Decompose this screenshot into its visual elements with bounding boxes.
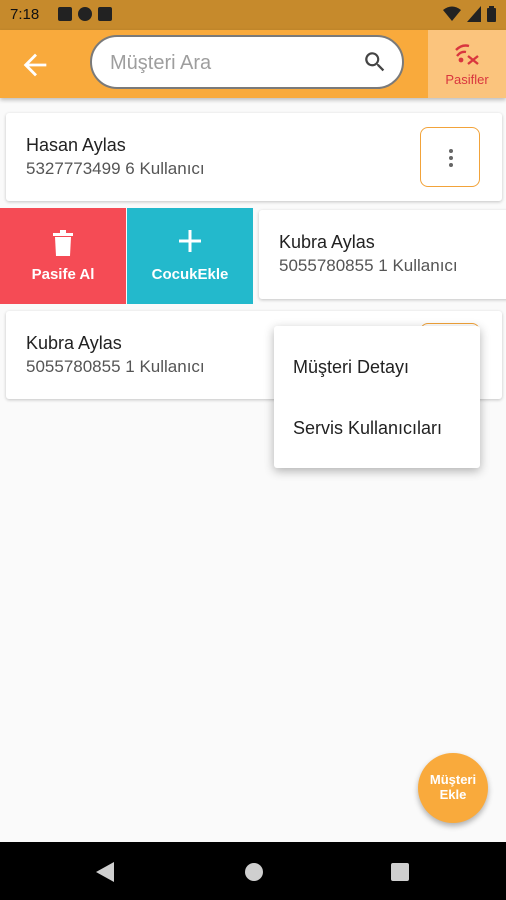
nav-recents-icon[interactable] bbox=[391, 863, 409, 881]
add-customer-fab[interactable]: Müşteri Ekle bbox=[418, 753, 488, 823]
system-icons bbox=[443, 6, 496, 22]
menu-item-service-users[interactable]: Servis Kullanıcıları bbox=[293, 418, 442, 439]
notification-a-icon bbox=[58, 7, 72, 21]
customer-name: Kubra Aylas bbox=[26, 333, 122, 353]
status-bar: 7:18 bbox=[0, 0, 506, 30]
plus-icon bbox=[179, 230, 201, 252]
add-child-label: CocukEkle bbox=[151, 266, 229, 283]
pasifler-label: Pasifler bbox=[445, 72, 489, 87]
popup-menu: Müşteri Detayı Servis Kullanıcıları bbox=[274, 326, 480, 468]
menu-item-customer-detail[interactable]: Müşteri Detayı bbox=[293, 357, 409, 378]
search-icon[interactable] bbox=[362, 49, 388, 75]
fab-label-line2: Ekle bbox=[439, 787, 467, 802]
notification-f-icon bbox=[78, 7, 92, 21]
wifi-icon bbox=[443, 6, 461, 21]
fab-label-line1: Müşteri bbox=[429, 772, 477, 787]
signal-off-icon bbox=[455, 44, 479, 65]
pasifler-button[interactable]: Pasifler bbox=[428, 30, 506, 98]
search-input[interactable] bbox=[108, 49, 352, 77]
customer-name: Hasan Aylas bbox=[26, 135, 126, 155]
back-button[interactable] bbox=[18, 48, 52, 82]
signal-icon bbox=[467, 6, 481, 22]
customer-card[interactable]: Hasan Aylas 5327773499 6 Kullanıcı bbox=[6, 113, 502, 201]
status-time: 7:18 bbox=[10, 6, 40, 23]
deactivate-button[interactable]: Pasife Al bbox=[0, 208, 126, 304]
nav-back-icon[interactable] bbox=[96, 862, 114, 882]
system-nav-bar bbox=[0, 842, 506, 900]
more-button[interactable] bbox=[420, 127, 480, 187]
customer-info: 5055780855 1 Kullanıcı bbox=[279, 256, 458, 275]
notification-icons bbox=[58, 7, 112, 21]
customer-info: 5055780855 1 Kullanıcı bbox=[26, 357, 205, 376]
customer-name: Kubra Aylas bbox=[279, 232, 375, 252]
nav-home-icon[interactable] bbox=[244, 862, 264, 882]
customer-info: 5327773499 6 Kullanıcı bbox=[26, 159, 205, 178]
add-child-button[interactable]: CocukEkle bbox=[127, 208, 253, 304]
sd-card-icon bbox=[98, 7, 112, 21]
arrow-left-icon bbox=[23, 53, 47, 77]
trash-icon bbox=[53, 230, 73, 256]
deactivate-label: Pasife Al bbox=[31, 266, 95, 283]
app-bar: Pasifler bbox=[0, 30, 506, 98]
battery-icon bbox=[487, 6, 496, 22]
search-box[interactable] bbox=[90, 35, 404, 89]
customer-card[interactable]: Kubra Aylas 5055780855 1 Kullanıcı bbox=[259, 210, 506, 299]
